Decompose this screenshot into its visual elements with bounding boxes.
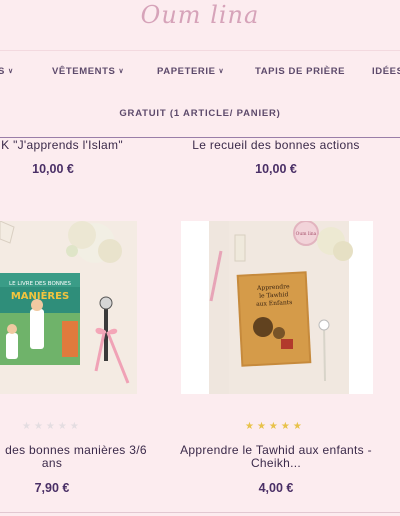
header-divider	[0, 50, 400, 51]
nav-item-tapis-de-priere[interactable]: TAPIS DE PRIÈRE	[255, 66, 345, 77]
nav-item-papeterie[interactable]: PAPETERIE ∨	[157, 66, 224, 77]
svg-text:LE LIVRE DES BONNES: LE LIVRE DES BONNES	[9, 281, 71, 287]
chevron-down-icon: ∨	[118, 68, 125, 75]
main-nav: S ∨ VÊTEMENTS ∨ PAPETERIE ∨ TAPIS DE PRIÈRE…	[0, 60, 400, 84]
product-title[interactable]: Le recueil des bonnes actions	[176, 138, 376, 152]
chevron-down-icon: ∨	[218, 68, 225, 75]
product-photo: Oum lina Apprendre le Tawhid aux Enfants	[181, 221, 373, 394]
rating-stars-empty: ★★★★★	[22, 421, 82, 432]
product-title-line2[interactable]: ans	[0, 456, 104, 470]
chevron-down-icon: ∨	[7, 68, 14, 75]
logo-text: Oum lina	[140, 1, 260, 29]
product-price: 10,00 €	[255, 162, 297, 176]
product-title[interactable]: K "J'apprends l'Islam"	[0, 138, 128, 152]
product-price: 4,00 €	[258, 481, 294, 495]
rating-stars-full: ★★★★★	[245, 421, 305, 432]
product-price: 7,90 €	[34, 481, 70, 495]
product-photo: LE LIVRE DES BONNES MANIÈRES	[0, 221, 137, 394]
product-image-bonnes-manieres[interactable]: LE LIVRE DES BONNES MANIÈRES	[0, 221, 137, 394]
product-title-line2[interactable]: Cheikh...	[176, 456, 376, 470]
svg-text:Oum lina: Oum lina	[296, 231, 317, 237]
bottom-divider	[0, 512, 400, 513]
product-price: 10,00 €	[32, 162, 74, 176]
promo-banner: GRATUIT (1 ARTICLE/ PANIER)	[119, 108, 281, 119]
nav-item-idees[interactable]: IDÉES	[372, 66, 400, 77]
product-title-line1[interactable]: des bonnes manières 3/6	[0, 443, 154, 457]
product-image-tawhid[interactable]: Oum lina Apprendre le Tawhid aux Enfants	[181, 221, 373, 394]
nav-item-vetements[interactable]: VÊTEMENTS ∨	[52, 66, 124, 77]
nav-item-partial[interactable]: S ∨	[0, 66, 14, 77]
product-title-line1[interactable]: Apprendre le Tawhid aux enfants -	[176, 443, 376, 457]
site-logo[interactable]: Oum lina	[0, 0, 400, 40]
